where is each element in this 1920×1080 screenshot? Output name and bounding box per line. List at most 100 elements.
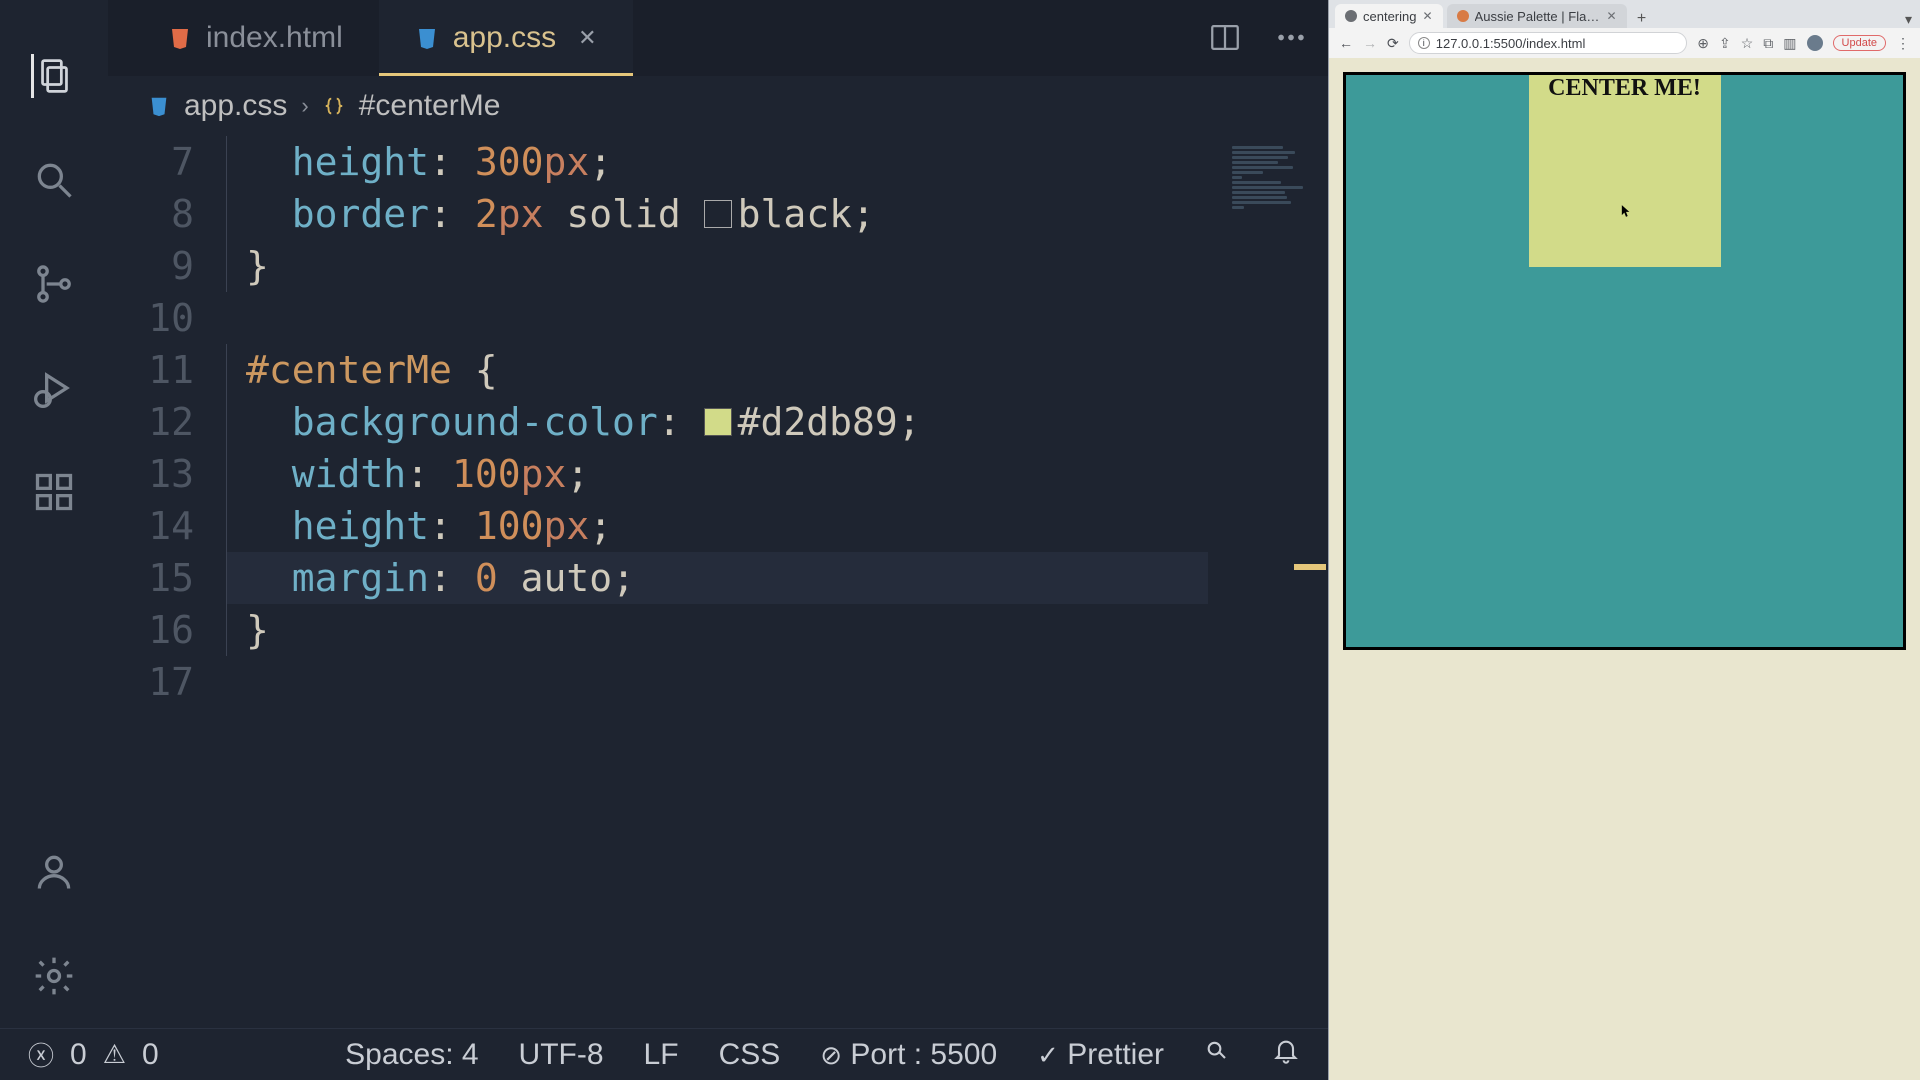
share-icon[interactable]: ⇪ [1719, 35, 1731, 52]
center-me-box: CENTER ME! [1529, 75, 1721, 267]
side-panel-icon[interactable]: ▥ [1783, 35, 1796, 52]
line-number: 13 [108, 448, 194, 500]
html-file-icon [168, 26, 192, 50]
profile-avatar[interactable] [1807, 35, 1823, 51]
code-line[interactable]: } [226, 604, 1208, 656]
tab-app-css[interactable]: app.css ✕ [379, 0, 633, 76]
code-line[interactable]: width: 100px; [226, 448, 1208, 500]
status-warnings[interactable]: 0 [142, 1038, 159, 1072]
favicon-icon [1457, 10, 1469, 22]
status-bar: ⓧ 0 ⚠ 0 Spaces: 4 UTF-8 LF CSS ⊘ Port : … [0, 1028, 1328, 1080]
close-icon[interactable]: ✕ [1606, 9, 1616, 23]
source-control-icon[interactable] [32, 262, 76, 306]
browser-viewport: CENTER ME! [1329, 58, 1920, 1080]
block-icon: ⊘ [820, 1040, 842, 1070]
line-number: 7 [108, 136, 194, 188]
breadcrumb-symbol: #centerMe [359, 89, 501, 123]
overview-ruler[interactable] [1310, 136, 1328, 1028]
bell-icon[interactable] [1272, 1037, 1300, 1072]
line-number: 10 [108, 292, 194, 344]
line-number: 14 [108, 500, 194, 552]
chevron-right-icon: › [301, 93, 308, 119]
close-icon[interactable]: ✕ [1422, 9, 1432, 23]
line-number: 12 [108, 396, 194, 448]
breadcrumb[interactable]: app.css › #centerMe [108, 76, 1328, 136]
browser-tab-aussie-palette[interactable]: Aussie Palette | Flat UI Colo ✕ [1447, 4, 1627, 28]
line-number: 11 [108, 344, 194, 396]
browser-tab-title: centering [1363, 9, 1416, 24]
code-line[interactable]: #centerMe { [226, 344, 1208, 396]
browser-window: centering ✕ Aussie Palette | Flat UI Col… [1328, 0, 1920, 1080]
status-prettier[interactable]: ✓ Prettier [1037, 1038, 1164, 1072]
line-number: 9 [108, 240, 194, 292]
editor-column: index.html app.css ✕ [108, 0, 1328, 1028]
mouse-cursor-icon [1621, 198, 1631, 212]
account-icon[interactable] [32, 850, 76, 894]
url-text: 127.0.0.1:5500/index.html [1436, 36, 1586, 51]
explorer-icon[interactable] [31, 54, 75, 98]
activity-bar [0, 0, 108, 1028]
browser-tab-centering[interactable]: centering ✕ [1335, 4, 1443, 28]
feedback-icon[interactable] [1204, 1037, 1232, 1072]
vscode-window: index.html app.css ✕ [0, 0, 1328, 1080]
check-icon: ✓ [1037, 1040, 1059, 1070]
css-file-icon [148, 95, 170, 117]
overview-change-marker [1294, 564, 1326, 570]
address-bar[interactable]: i 127.0.0.1:5500/index.html [1409, 32, 1688, 54]
code-line[interactable] [226, 292, 1208, 344]
editor-tab-strip: index.html app.css ✕ [108, 0, 1328, 76]
extensions-puzzle-icon[interactable]: ⧉ [1763, 35, 1773, 52]
code-line[interactable]: margin: 0 auto; [226, 552, 1208, 604]
back-icon[interactable]: ← [1339, 35, 1353, 51]
tab-label: app.css [453, 21, 556, 55]
update-button[interactable]: Update [1833, 35, 1886, 51]
split-editor-icon[interactable] [1208, 16, 1242, 59]
run-debug-icon[interactable] [32, 366, 76, 410]
vscode-main: index.html app.css ✕ [0, 0, 1328, 1028]
extensions-icon[interactable] [32, 470, 76, 514]
tab-index-html[interactable]: index.html [132, 0, 379, 76]
favicon-icon [1345, 10, 1357, 22]
reload-icon[interactable]: ⟳ [1387, 35, 1399, 52]
line-number: 8 [108, 188, 194, 240]
status-eol[interactable]: LF [644, 1038, 679, 1072]
status-spaces[interactable]: Spaces: 4 [345, 1038, 478, 1072]
active-tab-indicator [379, 73, 633, 76]
site-info-icon[interactable]: i [1418, 37, 1430, 49]
code-line[interactable]: height: 300px; [226, 136, 1208, 188]
new-tab-button[interactable]: + [1631, 10, 1653, 28]
chevron-down-icon[interactable]: ▾ [1905, 11, 1920, 28]
code-line[interactable] [226, 656, 1208, 708]
search-icon[interactable] [32, 158, 76, 202]
editor-title-actions [1208, 16, 1308, 59]
line-number-gutter: 7891011121314151617 [108, 136, 226, 1028]
browser-tab-strip: centering ✕ Aussie Palette | Flat UI Col… [1329, 0, 1920, 28]
css-file-icon [415, 26, 439, 50]
browser-toolbar: ← → ⟳ i 127.0.0.1:5500/index.html ⊕ ⇪ ☆ … [1329, 28, 1920, 58]
more-actions-icon[interactable] [1274, 16, 1308, 59]
star-icon[interactable]: ☆ [1741, 35, 1754, 52]
status-encoding[interactable]: UTF-8 [519, 1038, 604, 1072]
forward-icon[interactable]: → [1363, 35, 1377, 51]
close-icon[interactable]: ✕ [578, 25, 596, 51]
zoom-icon[interactable]: ⊕ [1697, 35, 1709, 52]
warning-icon[interactable]: ⚠ [103, 1039, 126, 1070]
kebab-menu-icon[interactable]: ⋮ [1896, 35, 1910, 52]
code-line[interactable]: border: 2px solid black; [226, 188, 1208, 240]
status-language[interactable]: CSS [719, 1038, 781, 1072]
line-number: 16 [108, 604, 194, 656]
status-errors[interactable]: 0 [70, 1038, 87, 1072]
center-me-text: CENTER ME! [1548, 75, 1701, 101]
status-liveserver[interactable]: ⊘ Port : 5500 [820, 1038, 997, 1072]
code-line[interactable]: background-color: #d2db89; [226, 396, 1208, 448]
tab-label: index.html [206, 21, 343, 55]
line-number: 15 [108, 552, 194, 604]
settings-gear-icon[interactable] [32, 954, 76, 998]
code-content[interactable]: height: 300px; border: 2px solid black;}… [226, 136, 1328, 1028]
breadcrumb-file: app.css [184, 89, 287, 123]
error-icon[interactable]: ⓧ [28, 1036, 54, 1073]
line-number: 17 [108, 656, 194, 708]
code-line[interactable]: } [226, 240, 1208, 292]
code-line[interactable]: height: 100px; [226, 500, 1208, 552]
code-editor[interactable]: 7891011121314151617 height: 300px; borde… [108, 136, 1328, 1028]
